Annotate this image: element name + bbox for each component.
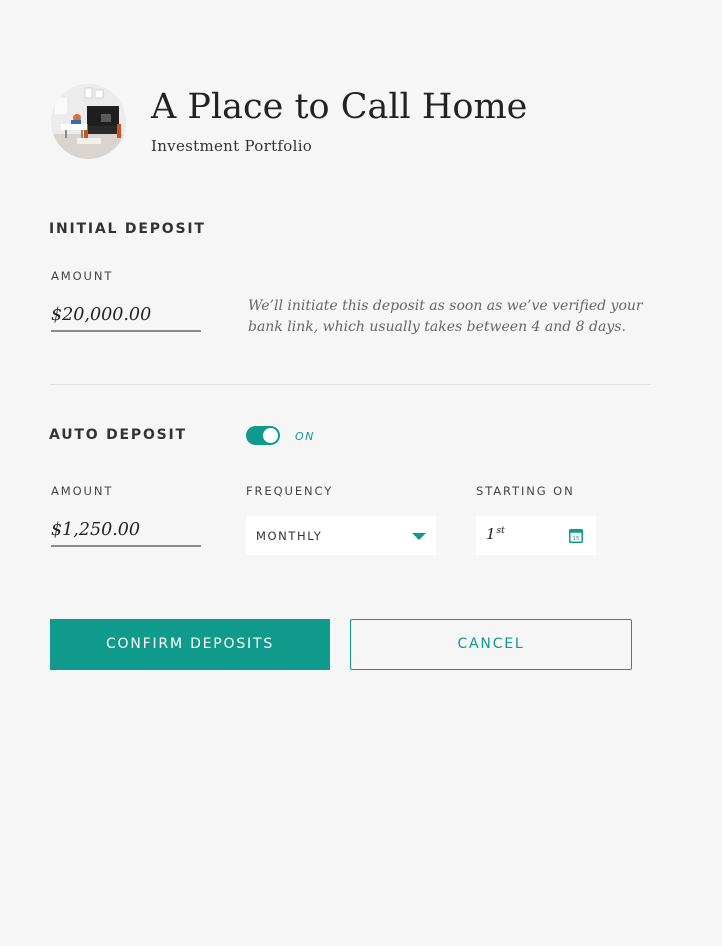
auto-deposit-heading: AUTO DEPOSIT bbox=[49, 427, 187, 443]
toggle-knob bbox=[263, 428, 278, 443]
starting-day: 1 bbox=[486, 525, 496, 543]
frequency-value: MONTHLY bbox=[256, 529, 323, 543]
calendar-day-text: 15 bbox=[573, 536, 580, 542]
portfolio-avatar bbox=[51, 84, 126, 159]
chevron-down-icon bbox=[412, 533, 426, 540]
frequency-select[interactable]: MONTHLY bbox=[246, 516, 436, 555]
initial-deposit-heading: INITIAL DEPOSIT bbox=[49, 221, 206, 237]
initial-amount-label: AMOUNT bbox=[51, 269, 114, 283]
calendar-icon[interactable]: 15 bbox=[569, 528, 583, 543]
starting-date-picker[interactable]: 1st 15 bbox=[476, 516, 596, 555]
confirm-deposits-button[interactable]: CONFIRM DEPOSITS bbox=[50, 619, 330, 670]
starting-on-label: STARTING ON bbox=[476, 484, 575, 498]
auto-deposit-toggle[interactable] bbox=[246, 426, 280, 445]
auto-amount-input[interactable]: $1,250.00 bbox=[51, 513, 201, 547]
initial-deposit-note: We’ll initiate this deposit as soon as w… bbox=[248, 298, 643, 335]
section-divider bbox=[50, 384, 651, 385]
starting-date-value: 1st bbox=[486, 525, 505, 543]
living-room-photo-icon bbox=[51, 84, 126, 159]
page-title: A Place to Call Home bbox=[151, 87, 528, 127]
toggle-state-label: ON bbox=[295, 430, 315, 443]
auto-amount-label: AMOUNT bbox=[51, 484, 114, 498]
starting-day-suffix: st bbox=[496, 526, 505, 536]
frequency-label: FREQUENCY bbox=[246, 484, 334, 498]
cancel-button[interactable]: CANCEL bbox=[350, 619, 632, 670]
initial-amount-input[interactable]: $20,000.00 bbox=[51, 298, 201, 332]
page-subtitle: Investment Portfolio bbox=[151, 137, 313, 155]
